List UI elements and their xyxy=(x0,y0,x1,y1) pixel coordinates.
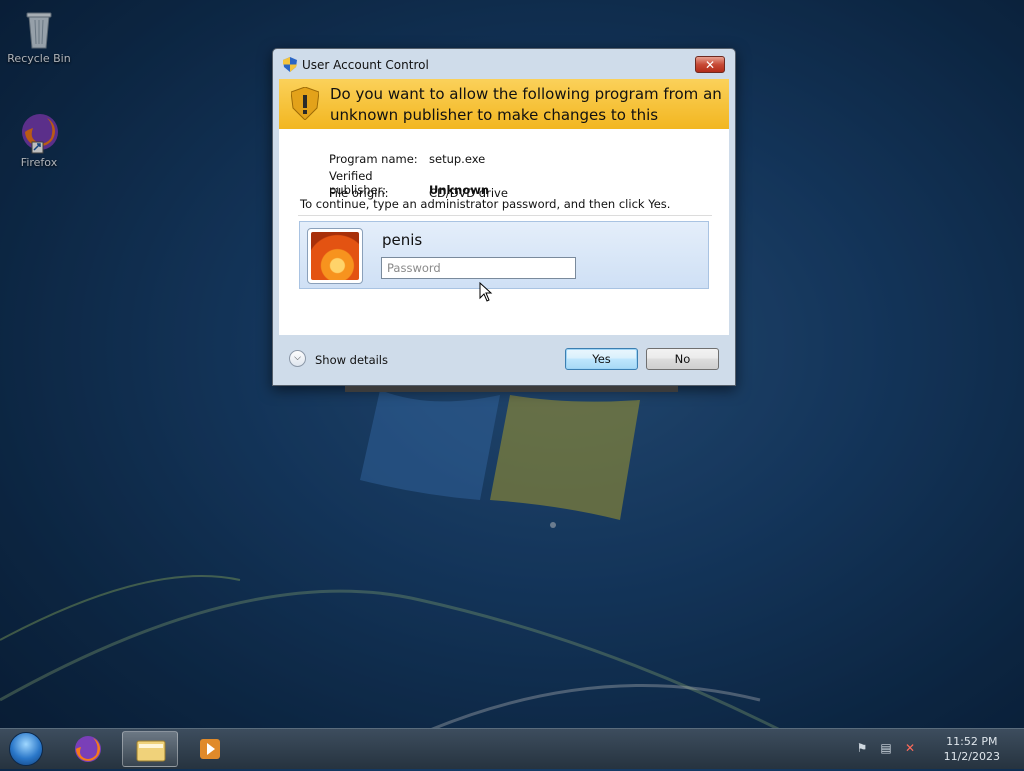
clock[interactable]: 11:52 PM 11/2/2023 xyxy=(944,734,1000,764)
file-explorer-icon xyxy=(136,740,166,762)
action-center-flag-icon[interactable]: ⚑ xyxy=(854,741,870,757)
recycle-bin-icon xyxy=(17,6,61,50)
media-player-icon xyxy=(200,739,220,759)
mouse-cursor-icon xyxy=(479,282,493,302)
uac-dialog: User Account Control ✕ Do you want to al… xyxy=(272,48,736,386)
uac-shield-icon xyxy=(283,57,297,72)
desktop-icon-recycle-bin[interactable]: Recycle Bin xyxy=(0,6,78,65)
chevron-down-icon: ⌵ xyxy=(289,350,306,367)
user-avatar xyxy=(307,228,363,284)
no-button[interactable]: No xyxy=(646,348,719,370)
program-name-label: Program name: xyxy=(329,152,418,166)
username: penis xyxy=(382,231,423,249)
warning-shield-icon xyxy=(291,87,319,120)
start-button[interactable] xyxy=(6,731,46,767)
clock-time: 11:52 PM xyxy=(946,735,998,748)
program-info: Program name: setup.exe Verified publishe… xyxy=(329,152,508,203)
yes-button[interactable]: Yes xyxy=(565,348,638,370)
flower-avatar-icon xyxy=(311,232,359,280)
dialog-titlebar[interactable]: User Account Control ✕ xyxy=(273,49,735,79)
program-name-value: setup.exe xyxy=(429,152,486,166)
show-details-label: Show details xyxy=(315,353,388,367)
dialog-body: Program name: setup.exe Verified publishe… xyxy=(279,129,729,335)
program-name-row: Program name: setup.exe xyxy=(329,152,508,169)
system-tray: ⚑ ▤ ✕ 11:52 PM 11/2/2023 xyxy=(854,729,1024,769)
divider xyxy=(298,215,712,216)
dialog-footer: ⌵ Show details Yes No xyxy=(279,335,729,381)
warning-banner: Do you want to allow the following progr… xyxy=(279,79,729,145)
taskbar: ⚑ ▤ ✕ 11:52 PM 11/2/2023 xyxy=(0,728,1024,769)
firefox-icon xyxy=(75,736,101,762)
taskbar-firefox[interactable] xyxy=(60,731,116,767)
close-button[interactable]: ✕ xyxy=(695,56,725,73)
dialog-title: User Account Control xyxy=(302,58,429,72)
credential-tile[interactable]: penis xyxy=(299,221,709,289)
desktop-icon-label: Recycle Bin xyxy=(7,52,71,65)
volume-muted-icon[interactable]: ✕ xyxy=(902,741,918,757)
taskbar-media-player[interactable] xyxy=(182,731,238,767)
publisher-row: Verified publisher: Unknown xyxy=(329,169,508,197)
desktop-icon-label: Firefox xyxy=(20,156,58,169)
password-input[interactable] xyxy=(381,257,576,279)
desktop-icon-firefox[interactable]: Firefox xyxy=(0,110,78,169)
taskbar-explorer[interactable] xyxy=(122,731,178,767)
background-window-edge xyxy=(345,386,678,392)
windows-orb-icon xyxy=(9,732,43,766)
clock-date: 11/2/2023 xyxy=(943,750,1000,763)
password-instruction: To continue, type an administrator passw… xyxy=(300,197,671,211)
network-icon[interactable]: ▤ xyxy=(878,741,894,757)
firefox-icon xyxy=(17,110,61,154)
